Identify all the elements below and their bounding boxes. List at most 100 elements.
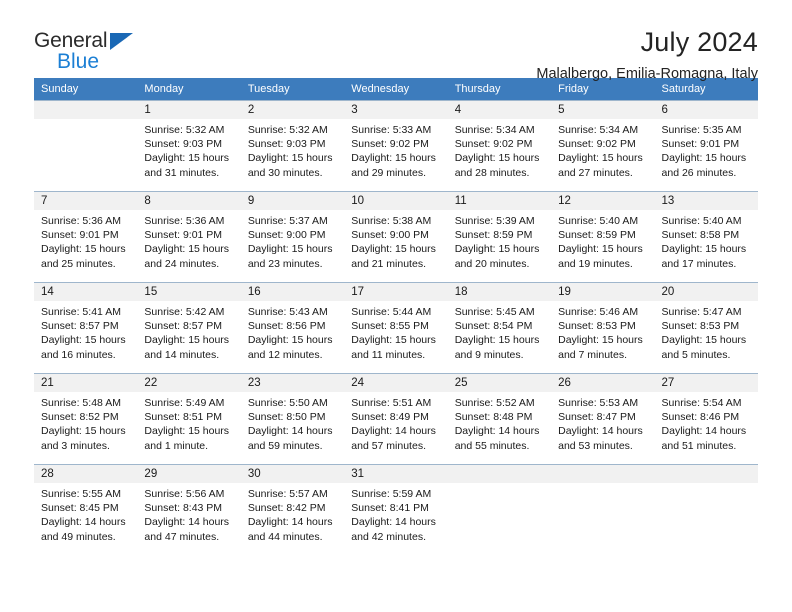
day-detail-line: Daylight: 15 hours	[41, 334, 126, 347]
day-detail-line: Sunrise: 5:45 AM	[454, 306, 535, 318]
day-number: 2	[240, 101, 345, 119]
calendar-day-cell[interactable]: 7 Sunrise: 5:36 AM Sunset: 9:01 PM Daylight…	[34, 191, 138, 283]
calendar-day-cell[interactable]: 15 Sunrise: 5:42 AM Sunset: 8:57 PM Dayligh…	[137, 282, 241, 374]
calendar-day-cell[interactable]: 10 Sunrise: 5:38 AM Sunset: 9:00 PM Dayligh…	[344, 191, 448, 283]
day-detail-line: Sunrise: 5:50 AM	[247, 397, 328, 409]
day-number: 6	[654, 101, 758, 119]
page-subtitle: Malalbergo, Emilia-Romagna, Italy	[536, 66, 758, 82]
day-number: 30	[240, 465, 345, 483]
day-details: Sunrise: 5:34 AM Sunset: 9:02 PM Daylight:…	[551, 119, 654, 180]
calendar-day-cell[interactable]: 28 Sunrise: 5:55 AM Sunset: 8:45 PM Dayligh…	[34, 464, 138, 555]
calendar-day-cell[interactable]: 5 Sunrise: 5:34 AM Sunset: 9:02 PM Daylight…	[551, 100, 655, 192]
day-detail-line: Sunrise: 5:34 AM	[558, 124, 639, 136]
calendar-day-cell[interactable]: 6 Sunrise: 5:35 AM Sunset: 9:01 PM Daylight…	[654, 100, 758, 192]
weekday-header-wednesday: Wednesday	[344, 78, 448, 101]
day-number: 16	[240, 283, 345, 301]
calendar-day-cell[interactable]: 18 Sunrise: 5:45 AM Sunset: 8:54 PM Dayligh…	[447, 282, 552, 374]
day-detail-line: Sunset: 9:03 PM	[144, 138, 223, 151]
day-detail-line: Daylight: 14 hours	[661, 425, 747, 438]
day-details: Sunrise: 5:39 AM Sunset: 8:59 PM Daylight:…	[448, 210, 551, 271]
day-detail-line: Sunrise: 5:32 AM	[247, 124, 328, 136]
day-detail-line: Sunrise: 5:56 AM	[144, 488, 225, 500]
calendar-day-cell[interactable]: 11 Sunrise: 5:39 AM Sunset: 8:59 PM Dayligh…	[447, 191, 552, 283]
day-details: Sunrise: 5:35 AM Sunset: 9:01 PM Daylight:…	[655, 119, 758, 180]
day-details: Sunrise: 5:52 AM Sunset: 8:48 PM Daylight:…	[448, 392, 551, 453]
day-detail-line: and 25 minutes.	[41, 257, 116, 270]
day-details: Sunrise: 5:54 AM Sunset: 8:46 PM Daylight:…	[655, 392, 758, 453]
calendar-day-cell[interactable]: 20 Sunrise: 5:47 AM Sunset: 8:53 PM Dayligh…	[654, 282, 758, 374]
day-detail-line: and 31 minutes.	[144, 166, 220, 179]
day-detail-line: Sunset: 9:03 PM	[247, 138, 326, 151]
day-detail-line: Sunset: 8:53 PM	[661, 320, 740, 333]
day-details: Sunrise: 5:45 AM Sunset: 8:54 PM Daylight:…	[448, 301, 551, 362]
calendar-day-cell[interactable]: 31 Sunrise: 5:59 AM Sunset: 8:41 PM Dayligh…	[344, 464, 448, 555]
day-detail-line: Daylight: 15 hours	[454, 152, 540, 165]
day-detail-line: Sunset: 8:41 PM	[351, 502, 429, 515]
day-detail-line: and 5 minutes.	[661, 348, 731, 361]
day-detail-line: Sunset: 8:51 PM	[144, 411, 223, 424]
day-detail-line: and 27 minutes.	[558, 166, 633, 179]
day-detail-line: and 29 minutes.	[351, 166, 426, 179]
calendar-cell-empty	[654, 464, 758, 555]
calendar-day-cell[interactable]: 26 Sunrise: 5:53 AM Sunset: 8:47 PM Dayligh…	[551, 373, 655, 465]
calendar-day-cell[interactable]: 4 Sunrise: 5:34 AM Sunset: 9:02 PM Daylight…	[447, 100, 552, 192]
day-number: 4	[447, 101, 552, 119]
day-detail-line: Daylight: 15 hours	[351, 334, 436, 347]
day-number: 26	[551, 374, 655, 392]
day-number: 13	[654, 192, 758, 210]
calendar-day-cell[interactable]: 19 Sunrise: 5:46 AM Sunset: 8:53 PM Dayligh…	[551, 282, 655, 374]
calendar-day-cell[interactable]: 8 Sunrise: 5:36 AM Sunset: 9:01 PM Daylight…	[137, 191, 241, 283]
day-details: Sunrise: 5:49 AM Sunset: 8:51 PM Daylight:…	[137, 392, 240, 453]
calendar-day-cell[interactable]: 29 Sunrise: 5:56 AM Sunset: 8:43 PM Dayligh…	[137, 464, 241, 555]
day-detail-line: Daylight: 15 hours	[41, 243, 126, 256]
day-detail-line: Daylight: 14 hours	[351, 516, 436, 529]
day-detail-line: and 42 minutes.	[351, 530, 426, 543]
day-detail-line: Sunset: 8:57 PM	[41, 320, 119, 333]
day-detail-line: Daylight: 14 hours	[247, 516, 333, 529]
day-details: Sunrise: 5:34 AM Sunset: 9:02 PM Daylight:…	[448, 119, 551, 180]
day-detail-line: Daylight: 15 hours	[661, 334, 747, 347]
weekday-header-tuesday: Tuesday	[240, 78, 345, 101]
calendar-day-cell[interactable]: 2 Sunrise: 5:32 AM Sunset: 9:03 PM Daylight…	[240, 100, 345, 192]
calendar-table: Sunday Monday Tuesday Wednesday Thursday Frid…	[34, 78, 758, 555]
day-detail-line: Sunrise: 5:40 AM	[558, 215, 639, 227]
calendar-day-cell[interactable]: 13 Sunrise: 5:40 AM Sunset: 8:58 PM Dayligh…	[654, 191, 758, 283]
day-detail-line: Sunset: 8:50 PM	[247, 411, 326, 424]
day-number: 18	[447, 283, 552, 301]
calendar-day-cell[interactable]: 27 Sunrise: 5:54 AM Sunset: 8:46 PM Dayligh…	[654, 373, 758, 465]
calendar-day-cell[interactable]: 23 Sunrise: 5:50 AM Sunset: 8:50 PM Dayligh…	[240, 373, 345, 465]
day-details: Sunrise: 5:32 AM Sunset: 9:03 PM Daylight:…	[137, 119, 240, 180]
day-detail-line: Daylight: 15 hours	[144, 243, 230, 256]
calendar-week-row: 21 Sunrise: 5:48 AM Sunset: 8:52 PM Dayligh…	[34, 373, 758, 465]
calendar-day-cell[interactable]: 9 Sunrise: 5:37 AM Sunset: 9:00 PM Daylight…	[240, 191, 345, 283]
day-detail-line: and 24 minutes.	[144, 257, 220, 270]
calendar-day-cell[interactable]: 25 Sunrise: 5:52 AM Sunset: 8:48 PM Dayligh…	[447, 373, 552, 465]
day-details: Sunrise: 5:43 AM Sunset: 8:56 PM Daylight:…	[241, 301, 344, 362]
day-number: 3	[344, 101, 448, 119]
calendar-day-cell[interactable]: 12 Sunrise: 5:40 AM Sunset: 8:59 PM Dayligh…	[551, 191, 655, 283]
calendar-day-cell[interactable]: 3 Sunrise: 5:33 AM Sunset: 9:02 PM Daylight…	[344, 100, 448, 192]
day-detail-line: Sunset: 8:52 PM	[41, 411, 119, 424]
day-details: Sunrise: 5:38 AM Sunset: 9:00 PM Daylight:…	[344, 210, 447, 271]
day-detail-line: Sunrise: 5:52 AM	[454, 397, 535, 409]
day-detail-line: Sunrise: 5:54 AM	[661, 397, 742, 409]
calendar-week-row: 28 Sunrise: 5:55 AM Sunset: 8:45 PM Dayligh…	[34, 464, 758, 555]
calendar-day-cell[interactable]: 17 Sunrise: 5:44 AM Sunset: 8:55 PM Dayligh…	[344, 282, 448, 374]
day-detail-line: and 49 minutes.	[41, 530, 116, 543]
calendar-day-cell[interactable]: 22 Sunrise: 5:49 AM Sunset: 8:51 PM Dayligh…	[137, 373, 241, 465]
calendar-day-cell[interactable]: 14 Sunrise: 5:41 AM Sunset: 8:57 PM Dayligh…	[34, 282, 138, 374]
calendar-day-cell[interactable]: 21 Sunrise: 5:48 AM Sunset: 8:52 PM Dayligh…	[34, 373, 138, 465]
calendar-day-cell[interactable]: 1 Sunrise: 5:32 AM Sunset: 9:03 PM Daylight…	[137, 100, 241, 192]
day-detail-line: Sunrise: 5:42 AM	[144, 306, 225, 318]
day-detail-line: Sunrise: 5:49 AM	[144, 397, 225, 409]
day-details: Sunrise: 5:50 AM Sunset: 8:50 PM Daylight:…	[241, 392, 344, 453]
calendar-day-cell[interactable]: 30 Sunrise: 5:57 AM Sunset: 8:42 PM Dayligh…	[240, 464, 345, 555]
calendar-day-cell[interactable]: 16 Sunrise: 5:43 AM Sunset: 8:56 PM Dayligh…	[240, 282, 345, 374]
day-detail-line: Sunset: 8:56 PM	[247, 320, 326, 333]
day-detail-line: Daylight: 15 hours	[351, 243, 436, 256]
day-detail-line: Daylight: 15 hours	[247, 243, 333, 256]
day-detail-line: Sunset: 8:54 PM	[454, 320, 533, 333]
day-detail-line: Sunset: 8:59 PM	[558, 229, 636, 242]
calendar-day-cell[interactable]: 24 Sunrise: 5:51 AM Sunset: 8:49 PM Dayligh…	[344, 373, 448, 465]
day-number: 31	[344, 465, 448, 483]
